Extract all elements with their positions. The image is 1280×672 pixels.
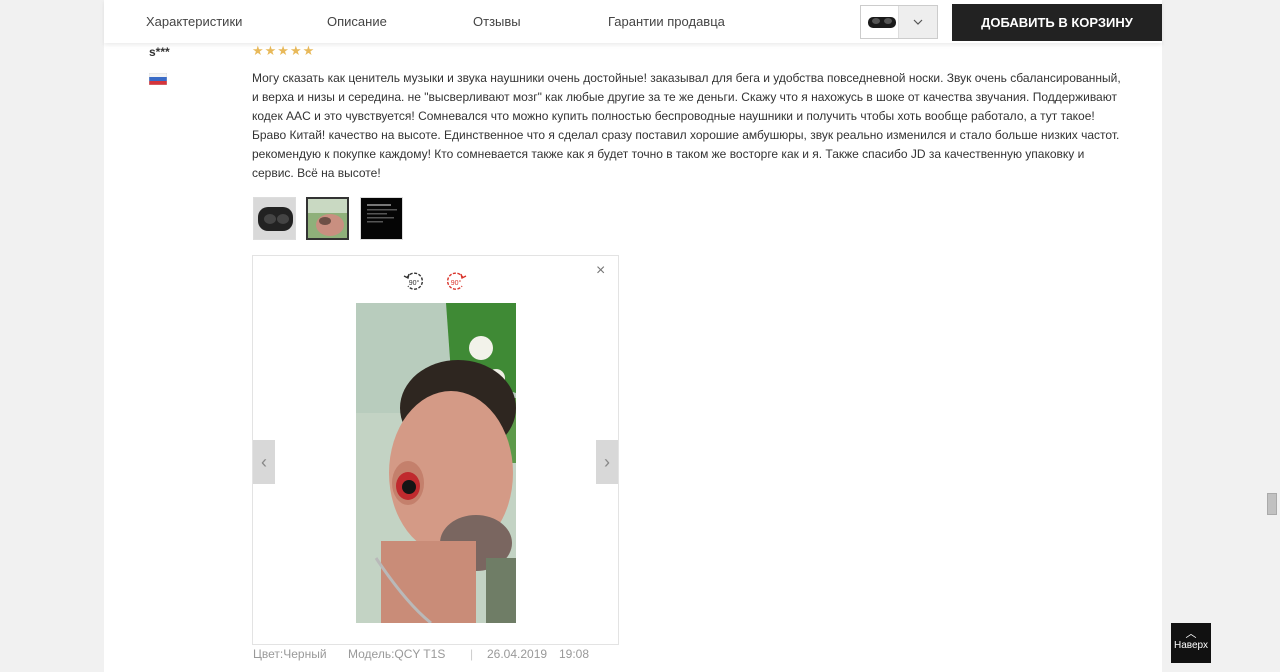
photo-viewer: 90° 90° × ‹ › [252,255,619,645]
review-photo-thumbnail[interactable] [360,197,403,240]
rotate-right-label: 90° [451,279,462,287]
next-photo-button[interactable]: › [596,440,618,484]
review-photo-thumbnail-selected[interactable] [306,197,349,240]
review-color: Цвет:Черный [253,647,327,661]
previous-photo-button[interactable]: ‹ [253,440,275,484]
tab-reviews[interactable]: Отзывы [473,14,521,29]
page-scrollbar-thumb[interactable] [1267,493,1277,515]
russia-flag-icon [149,73,167,85]
review-date: 26.04.2019 [487,647,548,661]
chevron-down-icon[interactable] [898,6,937,38]
back-to-top-button[interactable]: ︿ Наверх [1171,623,1211,663]
product-variant-thumbnail [865,10,899,34]
review-text: Могу сказать как ценитель музыки и звука… [252,71,1121,180]
meta-divider: | [470,647,474,661]
review-photo-large [356,303,516,623]
tab-seller-warranty[interactable]: Гарантии продавца [608,14,725,29]
rotate-right-icon[interactable]: 90° [444,269,468,293]
back-to-top-label: Наверх [1174,640,1208,651]
variant-selector[interactable] [860,5,938,39]
tab-description[interactable]: Описание [327,14,387,29]
rotate-left-icon[interactable]: 90° [402,269,426,293]
rating-stars: ★★★★★ [252,43,316,58]
sticky-product-nav: Характеристики Описание Отзывы Гарантии … [104,0,1162,43]
add-to-cart-button[interactable]: ДОБАВИТЬ В КОРЗИНУ [952,4,1162,41]
review-photo-thumbnail[interactable] [253,197,296,240]
close-icon[interactable]: × [596,262,605,280]
review-time: 19:08 [559,647,590,661]
rotate-left-label: 90° [409,279,420,287]
chevron-up-icon: ︿ [1185,628,1197,640]
reviewer-name: s*** [149,45,170,59]
review-model: Модель:QCY T1S [348,647,446,661]
tab-specifications[interactable]: Характеристики [146,14,242,29]
